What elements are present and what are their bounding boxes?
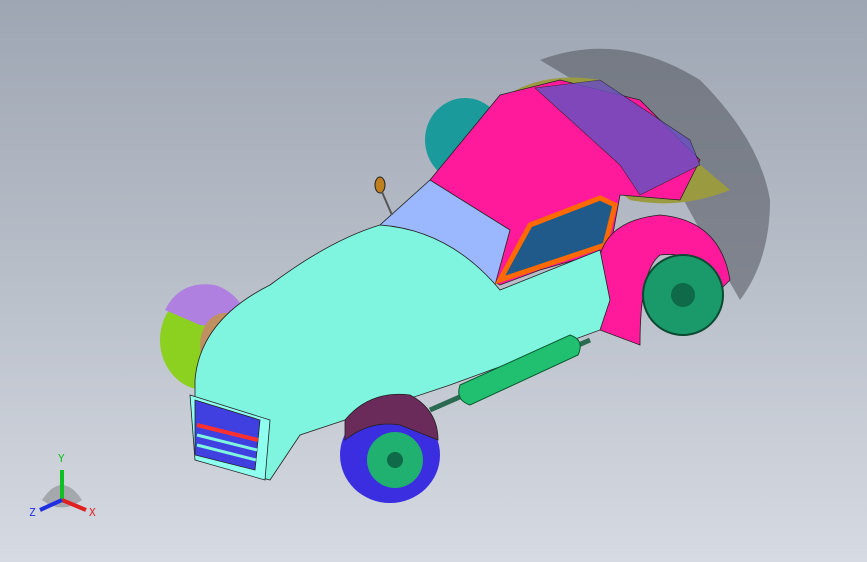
car-model: Y X Z — [29, 48, 770, 519]
3d-viewport[interactable]: Y X Z — [0, 0, 867, 562]
z-axis-label: Z — [29, 506, 36, 519]
front-right-hub — [387, 452, 403, 468]
side-mirror — [374, 176, 386, 194]
view-triad[interactable]: Y X Z — [29, 452, 96, 519]
x-axis-label: X — [89, 506, 96, 519]
y-axis-label: Y — [58, 452, 65, 465]
rear-right-hub — [671, 283, 695, 307]
mirror-stem — [381, 191, 393, 216]
